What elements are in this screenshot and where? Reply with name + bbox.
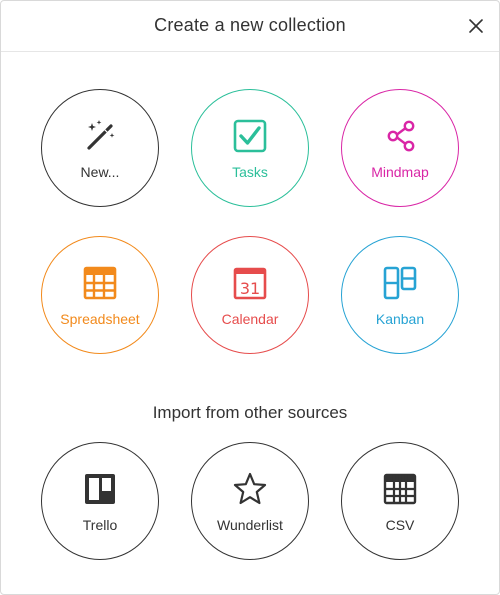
close-button[interactable] — [467, 17, 485, 35]
import-section-title: Import from other sources — [152, 403, 348, 422]
template-new-button[interactable]: New... — [41, 89, 159, 207]
template-mindmap-button[interactable]: Mindmap — [341, 89, 459, 207]
template-spreadsheet-button[interactable]: Spreadsheet — [41, 236, 159, 354]
kanban-icon — [382, 265, 418, 301]
calendar-day-number: 31 — [240, 279, 260, 298]
template-label: Tasks — [232, 164, 268, 180]
import-label: Wunderlist — [217, 517, 283, 533]
close-icon — [469, 19, 483, 33]
calendar-icon: 31 — [232, 265, 268, 301]
template-label: Mindmap — [371, 164, 429, 180]
trello-icon — [82, 471, 118, 507]
template-tasks-button[interactable]: Tasks — [191, 89, 309, 207]
template-calendar-button[interactable]: 31 Calendar — [191, 236, 309, 354]
create-collection-dialog: Create a new collection New... Tasks Min… — [0, 0, 500, 595]
star-icon — [232, 471, 268, 507]
dialog-title: Create a new collection — [154, 15, 346, 35]
import-wunderlist-button[interactable]: Wunderlist — [191, 442, 309, 560]
checkbox-icon — [232, 118, 268, 154]
template-label: New... — [80, 164, 120, 180]
mindmap-icon — [382, 118, 418, 154]
import-csv-button[interactable]: CSV — [341, 442, 459, 560]
import-trello-button[interactable]: Trello — [41, 442, 159, 560]
import-label: Trello — [82, 517, 118, 533]
magic-wand-icon — [82, 118, 118, 154]
import-label: CSV — [385, 517, 415, 533]
template-label: Calendar — [221, 311, 279, 327]
template-label: Kanban — [375, 311, 425, 327]
template-kanban-button[interactable]: Kanban — [341, 236, 459, 354]
table-icon — [382, 471, 418, 507]
dialog-header: Create a new collection — [1, 1, 499, 52]
template-label: Spreadsheet — [60, 311, 140, 327]
spreadsheet-icon — [82, 265, 118, 301]
